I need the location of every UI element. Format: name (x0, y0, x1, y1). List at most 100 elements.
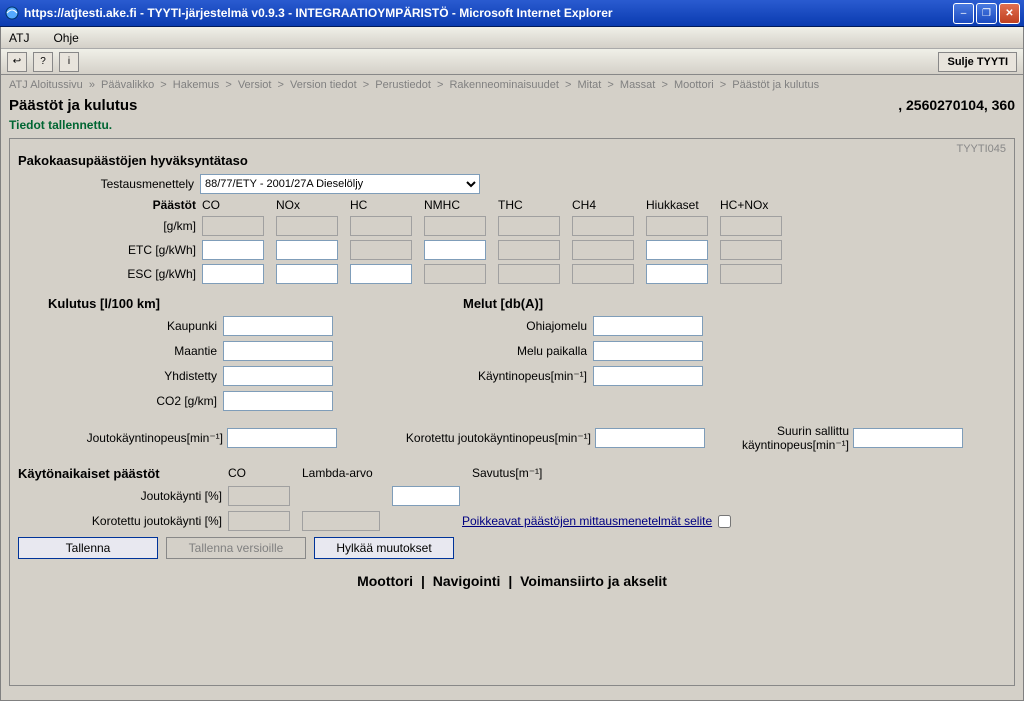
menubar: ATJ Ohje (1, 27, 1023, 49)
test-method-select[interactable]: 88/77/ETY - 2001/27A Dieselöljy (200, 174, 480, 194)
test-method-label: Testausmenettely (70, 177, 200, 191)
emis-row-label-0: [g/km] (124, 219, 202, 233)
crumb-3[interactable]: Versiot (238, 79, 272, 91)
crumb-1[interactable]: Päävalikko (101, 79, 154, 91)
emis-0-3-input (424, 216, 486, 236)
window-min-button[interactable]: – (953, 3, 974, 24)
emis-1-1-input[interactable] (276, 240, 338, 260)
nav-voimansiirto[interactable]: Voimansiirto ja akselit (520, 573, 667, 589)
emis-2-6-input[interactable] (646, 264, 708, 284)
window-max-button[interactable]: ❐ (976, 3, 997, 24)
col-hc: HC (350, 198, 424, 212)
emis-1-2-input (350, 240, 412, 260)
window-title: https://atjtesti.ake.fi - TYYTI-järjeste… (24, 6, 953, 20)
emis-1-4-input (498, 240, 560, 260)
crumb-5[interactable]: Perustiedot (375, 79, 431, 91)
info-button[interactable]: i (59, 52, 79, 72)
rt-co-head: CO (228, 466, 302, 481)
jouto-speed-input[interactable] (227, 428, 337, 448)
page-id: , 2560270104, 360 (898, 97, 1015, 114)
emis-row-label-2: ESC [g/kWh] (124, 267, 202, 281)
nav-moottori[interactable]: Moottori (357, 573, 413, 589)
window-titlebar: https://atjtesti.ake.fi - TYYTI-järjeste… (0, 0, 1024, 27)
reject-button[interactable]: Hylkää muutokset (314, 537, 454, 559)
crumb-10: Päästöt ja kulutus (732, 79, 819, 91)
col-nox: NOx (276, 198, 350, 212)
emis-2-4-input (498, 264, 560, 284)
bottom-nav: Moottori | Navigointi | Voimansiirto ja … (18, 573, 1006, 589)
savutus-input[interactable] (392, 486, 460, 506)
emis-1-5-input (572, 240, 634, 260)
approval-section-title: Pakokaasupäästöjen hyväksyntätaso (18, 153, 1006, 168)
crumb-6[interactable]: Rakenneominaisuudet (449, 79, 558, 91)
korotettu-pct-label: Korotettu joutokäynti [%] (18, 514, 228, 528)
melu-paikalla-label: Melu paikalla (373, 344, 593, 358)
kaupunki-input[interactable] (223, 316, 333, 336)
rt-savutus-head: Savutus[m⁻¹] (472, 466, 592, 481)
maantie-input[interactable] (223, 341, 333, 361)
status-message: Tiedot tallennettu. (1, 116, 1023, 138)
poikkeavat-link[interactable]: Poikkeavat päästöjen mittausmenetelmät s… (462, 514, 712, 528)
kayntinopeus-label: Käyntinopeus[min⁻¹] (373, 369, 593, 383)
content-box: TYYTI045 Pakokaasupäästöjen hyväksyntäta… (9, 138, 1015, 686)
ie-icon (4, 5, 20, 21)
toolbar: ↩ ? i Sulje TYYTI (1, 49, 1023, 75)
yhdistetty-input[interactable] (223, 366, 333, 386)
emis-2-0-input[interactable] (202, 264, 264, 284)
melu-paikalla-input[interactable] (593, 341, 703, 361)
poikkeavat-checkbox[interactable] (718, 515, 731, 528)
co2-label: CO2 [g/km] (18, 394, 223, 408)
kayntinopeus-input[interactable] (593, 366, 703, 386)
kaupunki-label: Kaupunki (18, 319, 223, 333)
emis-2-2-input[interactable] (350, 264, 412, 284)
emis-1-0-input[interactable] (202, 240, 264, 260)
back-button[interactable]: ↩ (7, 52, 27, 72)
save-button[interactable]: Tallenna (18, 537, 158, 559)
app-frame: ATJ Ohje ↩ ? i Sulje TYYTI ATJ Aloitussi… (0, 27, 1024, 701)
help-button[interactable]: ? (33, 52, 53, 72)
menu-atj[interactable]: ATJ (9, 31, 29, 45)
yhdistetty-label: Yhdistetty (18, 369, 223, 383)
crumb-4[interactable]: Version tiedot (290, 79, 357, 91)
jouto-co-input (228, 486, 290, 506)
crumb-0[interactable]: ATJ Aloitussivu (9, 79, 83, 91)
breadcrumb: ATJ Aloitussivu » Päävalikko > Hakemus >… (1, 75, 1023, 95)
crumb-8[interactable]: Massat (620, 79, 655, 91)
crumb-7[interactable]: Mitat (578, 79, 602, 91)
col-nmhc: NMHC (424, 198, 498, 212)
emis-1-6-input[interactable] (646, 240, 708, 260)
col-hiuk: Hiukkaset (646, 198, 720, 212)
emis-0-6-input (646, 216, 708, 236)
emis-row-label-1: ETC [g/kWh] (124, 243, 202, 257)
suurin-speed-label: Suurin sallittu käyntinopeus[min⁻¹] (709, 424, 849, 452)
col-co: CO (202, 198, 276, 212)
maantie-label: Maantie (18, 344, 223, 358)
close-tyyti-button[interactable]: Sulje TYYTI (938, 52, 1017, 72)
co2-input[interactable] (223, 391, 333, 411)
consumption-title: Kulutus [l/100 km] (48, 296, 333, 311)
suurin-speed-input[interactable] (853, 428, 963, 448)
rt-lambda-head: Lambda-arvo (302, 466, 472, 481)
korotettu-speed-input[interactable] (595, 428, 705, 448)
box-code: TYYTI045 (956, 143, 1006, 155)
emis-2-1-input[interactable] (276, 264, 338, 284)
emis-1-3-input[interactable] (424, 240, 486, 260)
korotettu-speed-label: Korotettu joutokäyntinopeus[min⁻¹] (341, 431, 591, 445)
emis-0-2-input (350, 216, 412, 236)
save-versions-button: Tallenna versioille (166, 537, 306, 559)
emis-2-7-input (720, 264, 782, 284)
crumb-2[interactable]: Hakemus (173, 79, 219, 91)
ohiajomelu-input[interactable] (593, 316, 703, 336)
col-hcnox: HC+NOx (720, 198, 794, 212)
window-close-button[interactable]: ✕ (999, 3, 1020, 24)
emis-2-5-input (572, 264, 634, 284)
noise-title: Melut [db(A)] (463, 296, 703, 311)
menu-ohje[interactable]: Ohje (53, 31, 78, 45)
emissions-table: Päästöt CO NOx HC NMHC THC CH4 Hiukkaset… (124, 198, 1006, 284)
nav-navigointi[interactable]: Navigointi (433, 573, 501, 589)
col-thc: THC (498, 198, 572, 212)
page-title: Päästöt ja kulutus (9, 97, 137, 114)
ohiajomelu-label: Ohiajomelu (373, 319, 593, 333)
jouto-speed-label: Joutokäyntinopeus[min⁻¹] (18, 431, 223, 445)
crumb-9[interactable]: Moottori (674, 79, 714, 91)
